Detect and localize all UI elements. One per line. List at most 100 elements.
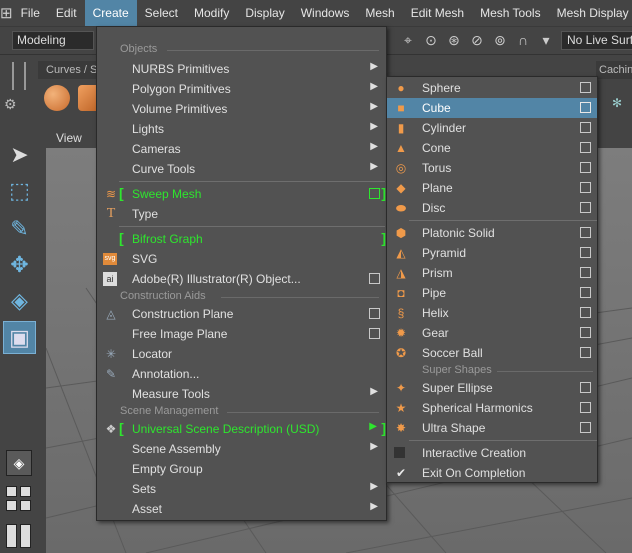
menu-item-locator[interactable]: ✳ Locator: [97, 344, 386, 364]
menu-item-disc[interactable]: ⬬ Disc: [387, 198, 597, 218]
workspace-dropdown[interactable]: Modeling: [12, 31, 94, 50]
menu-item-illustrator-object[interactable]: ai Adobe(R) Illustrator(R) Object...: [97, 269, 386, 289]
move-tool-icon[interactable]: ✥: [3, 248, 36, 281]
menu-item-scene-assembly[interactable]: Scene Assembly ▶: [97, 439, 386, 459]
snap-curve-icon[interactable]: ⊙: [421, 30, 441, 50]
layout-outliner-icon[interactable]: [20, 500, 31, 511]
menu-file[interactable]: File: [13, 0, 48, 26]
menu-item-nurbs-primitives[interactable]: NURBS Primitives ▶: [97, 59, 386, 79]
rotate-tool-icon[interactable]: ◈: [3, 284, 36, 317]
shelf-handle[interactable]: [12, 62, 26, 90]
menu-item-curve-tools[interactable]: Curve Tools ▶: [97, 159, 386, 179]
menu-item-usd[interactable]: ❖ [ Universal Scene Description (USD) ▶ …: [97, 419, 386, 439]
layout-quad-icon[interactable]: [6, 500, 17, 511]
menu-item-free-image-plane[interactable]: Free Image Plane: [97, 324, 386, 344]
snap-grid-icon[interactable]: ⌖: [398, 30, 418, 50]
menu-windows[interactable]: Windows: [293, 0, 358, 26]
menu-modify[interactable]: Modify: [186, 0, 237, 26]
menu-mesh[interactable]: Mesh: [357, 0, 402, 26]
option-box-icon[interactable]: [580, 247, 591, 258]
menu-item-pipe[interactable]: ◘ Pipe: [387, 283, 597, 303]
menu-item-measure-tools[interactable]: Measure Tools ▶: [97, 384, 386, 404]
menu-item-cone[interactable]: ▲ Cone: [387, 138, 597, 158]
option-box-icon[interactable]: [580, 82, 591, 93]
menu-item-annotation[interactable]: ✎ Annotation...: [97, 364, 386, 384]
layout-grid-icon[interactable]: [6, 486, 17, 497]
layout-persp-icon[interactable]: [20, 486, 31, 497]
shelf-tab-curves[interactable]: Curves / S: [38, 61, 98, 79]
menu-item-asset[interactable]: Asset ▶: [97, 499, 386, 519]
chevron-down-icon[interactable]: ▾: [536, 30, 556, 50]
menu-item-soccer-ball[interactable]: ✪ Soccer Ball: [387, 343, 597, 363]
option-box-icon[interactable]: [369, 273, 380, 284]
snap-view-icon[interactable]: ⊘: [467, 30, 487, 50]
menu-display[interactable]: Display: [237, 0, 292, 26]
live-surface-field[interactable]: No Live Surfa: [561, 31, 632, 50]
checkmark-icon[interactable]: ✔: [393, 465, 409, 481]
option-box-icon[interactable]: [580, 347, 591, 358]
layout-stack-icon[interactable]: [20, 524, 31, 548]
option-box-icon[interactable]: [369, 328, 380, 339]
checkbox-unchecked-icon[interactable]: [394, 447, 405, 458]
option-box-icon[interactable]: [580, 142, 591, 153]
snowflake-icon[interactable]: ✻: [612, 96, 622, 110]
poly-sphere-shelf-icon[interactable]: [44, 85, 70, 111]
snap-surface-icon[interactable]: ⊚: [490, 30, 510, 50]
menu-item-sweep-mesh[interactable]: ≋ [ Sweep Mesh ]: [97, 184, 386, 204]
menu-mesh-tools[interactable]: Mesh Tools: [472, 0, 548, 26]
menu-item-interactive-creation[interactable]: Interactive Creation: [387, 443, 597, 463]
menu-item-gear[interactable]: ✹ Gear: [387, 323, 597, 343]
menu-item-pyramid[interactable]: ◭ Pyramid: [387, 243, 597, 263]
option-box-icon[interactable]: [580, 402, 591, 413]
panel-menu-view[interactable]: View: [56, 131, 82, 145]
option-box-icon[interactable]: [580, 102, 591, 113]
option-box-icon[interactable]: [580, 162, 591, 173]
maya-logo-icon[interactable]: ⊞: [0, 0, 13, 26]
menu-item-svg[interactable]: svg SVG: [97, 249, 386, 269]
menu-item-bifrost-graph[interactable]: [ Bifrost Graph ]: [97, 229, 386, 249]
menu-edit[interactable]: Edit: [48, 0, 85, 26]
layout-side-icon[interactable]: [6, 524, 17, 548]
option-box-icon[interactable]: [580, 227, 591, 238]
menu-item-prism[interactable]: ◮ Prism: [387, 263, 597, 283]
menu-item-type[interactable]: T Type: [97, 204, 386, 224]
option-box-icon[interactable]: [580, 182, 591, 193]
menu-item-helix[interactable]: § Helix: [387, 303, 597, 323]
snap-point-icon[interactable]: ⊛: [444, 30, 464, 50]
menu-item-lights[interactable]: Lights ▶: [97, 119, 386, 139]
option-box-icon[interactable]: [580, 202, 591, 213]
menu-item-sphere[interactable]: ● Sphere: [387, 78, 597, 98]
menu-item-sets[interactable]: Sets ▶: [97, 479, 386, 499]
select-tool-icon[interactable]: ➤: [3, 138, 36, 171]
menu-item-construction-plane[interactable]: ◬ Construction Plane: [97, 304, 386, 324]
option-box-icon[interactable]: [369, 308, 380, 319]
option-box-icon[interactable]: [580, 327, 591, 338]
menu-item-cube[interactable]: ■ Cube: [387, 98, 597, 118]
menu-item-exit-on-completion[interactable]: ✔ Exit On Completion: [387, 463, 597, 483]
lasso-tool-icon[interactable]: ⬚: [3, 174, 36, 207]
option-box-icon[interactable]: [580, 287, 591, 298]
paint-select-tool-icon[interactable]: ✎: [3, 212, 36, 245]
menu-create[interactable]: Create: [84, 0, 137, 26]
menu-select[interactable]: Select: [137, 0, 186, 26]
menu-item-plane[interactable]: ◆ Plane: [387, 178, 597, 198]
menu-item-empty-group[interactable]: Empty Group: [97, 459, 386, 479]
single-pane-layout-icon[interactable]: ◈: [6, 450, 32, 476]
gear-icon[interactable]: ⚙: [4, 96, 20, 112]
menu-item-super-ellipse[interactable]: ✦ Super Ellipse: [387, 378, 597, 398]
scale-tool-icon[interactable]: ▣: [3, 321, 36, 354]
option-box-icon[interactable]: [580, 307, 591, 318]
option-box-icon[interactable]: [369, 188, 380, 199]
menu-item-cameras[interactable]: Cameras ▶: [97, 139, 386, 159]
option-box-icon[interactable]: [580, 422, 591, 433]
menu-item-spherical-harmonics[interactable]: ★ Spherical Harmonics: [387, 398, 597, 418]
menu-item-torus[interactable]: ◎ Torus: [387, 158, 597, 178]
shelf-tab-caching[interactable]: Cachin: [596, 61, 632, 79]
menu-item-platonic-solid[interactable]: ⬢ Platonic Solid: [387, 223, 597, 243]
menu-item-polygon-primitives[interactable]: Polygon Primitives ▶: [97, 79, 386, 99]
menu-item-volume-primitives[interactable]: Volume Primitives ▶: [97, 99, 386, 119]
menu-item-ultra-shape[interactable]: ✸ Ultra Shape: [387, 418, 597, 438]
magnet-icon[interactable]: ∩: [513, 30, 533, 50]
option-box-icon[interactable]: [580, 122, 591, 133]
menu-edit-mesh[interactable]: Edit Mesh: [403, 0, 472, 26]
